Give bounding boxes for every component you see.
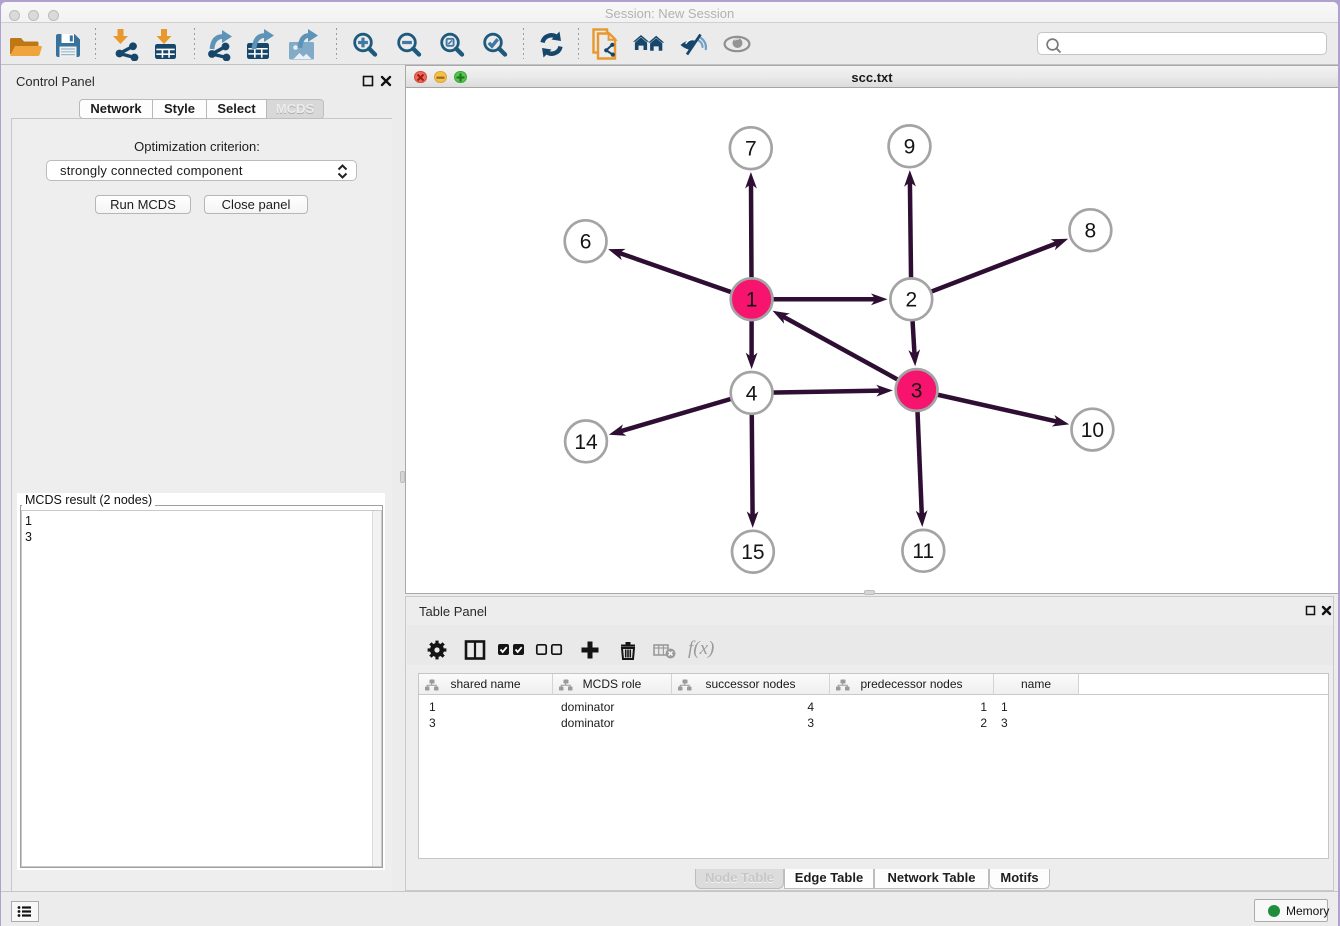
svg-text:15: 15 [741,541,764,564]
svg-text:7: 7 [745,138,757,161]
svg-text:8: 8 [1085,220,1097,243]
svg-text:3: 3 [911,379,923,402]
svg-text:11: 11 [912,540,934,563]
svg-text:9: 9 [904,136,916,159]
svg-text:10: 10 [1081,419,1104,442]
svg-text:14: 14 [574,431,598,454]
svg-text:6: 6 [580,231,592,254]
svg-text:2: 2 [905,289,917,312]
svg-text:4: 4 [746,382,758,405]
svg-text:1: 1 [746,289,758,312]
